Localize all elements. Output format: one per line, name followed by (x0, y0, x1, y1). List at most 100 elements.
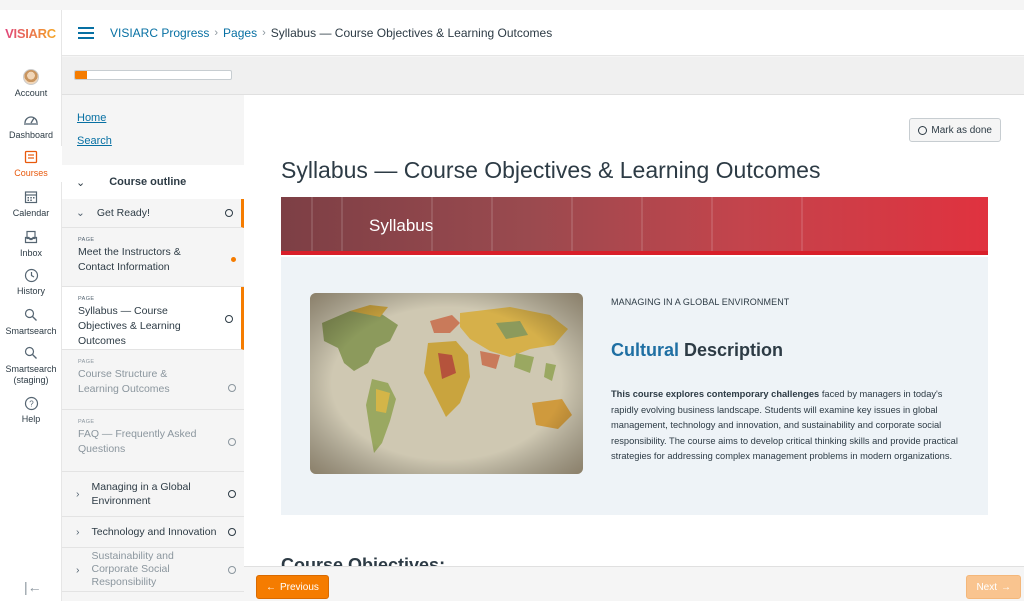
item-title: FAQ — Frequently Asked Questions (78, 428, 197, 455)
logo-text: VISIARC (5, 25, 56, 41)
chevron-down-icon: ⌄ (76, 207, 85, 219)
nav-inbox[interactable]: Inbox (0, 228, 62, 259)
breadcrumb: VISIARC Progress › Pages › Syllabus — Co… (110, 26, 552, 40)
dashboard-icon (22, 110, 40, 128)
progress-fill (75, 71, 88, 79)
help-icon: ? (22, 394, 40, 412)
course-description: This course explores contemporary challe… (611, 387, 959, 465)
mark-as-done-button[interactable]: Mark as done (909, 118, 1001, 142)
footer-bar: ← Previous Next → (244, 566, 1024, 601)
arrow-right-icon: → (1001, 581, 1011, 593)
description-body: faced by managers in today's rapidly evo… (611, 389, 958, 461)
course-progress-bar (74, 70, 232, 80)
collapse-nav-icon[interactable]: |← (24, 579, 42, 595)
nav-calendar[interactable]: Calendar (0, 188, 62, 219)
outline-item-meet-instructors[interactable]: PAGE Meet the Instructors & Contact Info… (62, 228, 244, 287)
arrow-left-icon: ← (266, 581, 276, 593)
course-nav-home[interactable]: Home (77, 112, 106, 124)
course-outline-toggle[interactable]: ⌄ Course outline (62, 165, 244, 199)
banner-title: Syllabus (369, 216, 434, 235)
item-title: Syllabus — Course Objectives & Learning … (78, 305, 181, 347)
outline-item-course-structure[interactable]: PAGE Course Structure & Learning Outcome… (62, 350, 244, 410)
item-title: Meet the Instructors & Contact Informati… (78, 246, 181, 273)
nav-dashboard-label: Dashboard (8, 130, 54, 140)
nav-calendar-label: Calendar (12, 208, 50, 218)
hamburger-menu-icon[interactable] (78, 24, 94, 42)
outline-item-syllabus[interactable]: PAGE Syllabus — Course Objectives & Lear… (62, 287, 244, 350)
history-icon (22, 266, 40, 284)
module-technology-innovation[interactable]: › Technology and Innovation (62, 517, 244, 548)
status-circle-icon (225, 315, 233, 323)
search-icon (22, 344, 40, 362)
nav-inbox-label: Inbox (19, 248, 43, 258)
course-subtitle: MANAGING IN A GLOBAL ENVIRONMENT (611, 297, 790, 307)
breadcrumb-course-link[interactable]: VISIARC Progress (110, 26, 209, 40)
heading-rest: Description (679, 340, 784, 360)
chevron-down-icon: ⌄ (76, 176, 86, 189)
heading-highlight: Cultural (611, 340, 680, 360)
radio-circle-icon (918, 125, 928, 135)
next-label: Next (976, 581, 997, 593)
status-circle-icon (228, 384, 236, 392)
item-type-tag: PAGE (78, 419, 95, 425)
inbox-icon (22, 228, 40, 246)
previous-label: Previous (280, 581, 319, 593)
course-outline-label: Course outline (109, 176, 187, 188)
global-nav: VISIARC Account Dashboard Courses Calend… (0, 10, 62, 601)
module-sustainability[interactable]: › Sustainability and Corporate Social Re… (62, 548, 244, 592)
status-dot-icon (231, 257, 236, 262)
main-content: Mark as done Syllabus — Course Objective… (244, 95, 1024, 601)
breadcrumb-current: Syllabus — Course Objectives & Learning … (270, 25, 553, 40)
page-title: Syllabus — Course Objectives & Learning … (281, 157, 821, 183)
status-circle-icon (225, 209, 233, 217)
world-map-image (310, 293, 583, 474)
item-type-tag: PAGE (78, 359, 95, 365)
chevron-right-icon: › (76, 526, 80, 538)
module-title: Managing in a Global Environment (91, 481, 191, 507)
nav-smartsearch-staging[interactable]: Smartsearch (staging) (0, 344, 62, 386)
previous-button[interactable]: ← Previous (256, 575, 329, 599)
chevron-right-icon: › (76, 488, 80, 500)
nav-smartsearch[interactable]: Smartsearch (0, 306, 62, 337)
nav-history[interactable]: History (0, 266, 62, 297)
course-nav-search[interactable]: Search (77, 135, 112, 147)
breadcrumb-pages-link[interactable]: Pages (223, 26, 257, 40)
module-title: Sustainability and Corporate Social Resp… (91, 550, 174, 588)
next-button[interactable]: Next → (966, 575, 1021, 599)
item-type-tag: PAGE (78, 296, 95, 302)
nav-account[interactable]: Account (0, 68, 62, 99)
breadcrumb-separator: › (262, 26, 266, 39)
nav-account-label: Account (14, 88, 48, 98)
module-get-ready[interactable]: ⌄ Get Ready! (62, 199, 244, 228)
description-lead: This course explores contemporary challe… (611, 389, 820, 399)
nav-smartsearch-staging-label: Smartsearch (staging) (5, 364, 57, 385)
status-circle-icon (228, 528, 236, 536)
cultural-description-heading: Cultural Description (611, 340, 783, 361)
item-title: Course Structure & Learning Outcomes (78, 368, 170, 395)
item-type-tag: PAGE (78, 237, 95, 243)
chevron-right-icon: › (76, 563, 80, 576)
course-nav: Home Search ⌄ Course outline ⌄ Get Ready… (62, 95, 244, 601)
courses-icon (22, 148, 40, 166)
status-circle-icon (228, 566, 236, 574)
mark-as-done-label: Mark as done (931, 124, 992, 136)
syllabus-banner: Syllabus (281, 197, 988, 255)
progress-strip (62, 57, 1024, 95)
nav-history-label: History (16, 286, 45, 296)
nav-help-label: Help (21, 414, 41, 424)
module-title: Get Ready! (96, 207, 150, 219)
breadcrumb-separator: › (214, 26, 219, 39)
module-title: Technology and Innovation (91, 526, 217, 538)
course-info-box: MANAGING IN A GLOBAL ENVIRONMENT Cultura… (281, 257, 988, 515)
avatar (22, 68, 40, 86)
nav-help[interactable]: ? Help (0, 394, 62, 425)
nav-dashboard[interactable]: Dashboard (0, 110, 62, 141)
calendar-icon (22, 188, 40, 206)
logo[interactable]: VISIARC (0, 10, 61, 56)
module-managing-global[interactable]: › Managing in a Global Environment (62, 472, 244, 517)
search-icon (22, 306, 40, 324)
nav-courses[interactable]: Courses (0, 146, 62, 182)
top-header: VISIARC Progress › Pages › Syllabus — Co… (62, 10, 1024, 56)
nav-smartsearch-label: Smartsearch (5, 326, 57, 336)
outline-item-faq[interactable]: PAGE FAQ — Frequently Asked Questions (62, 410, 244, 472)
